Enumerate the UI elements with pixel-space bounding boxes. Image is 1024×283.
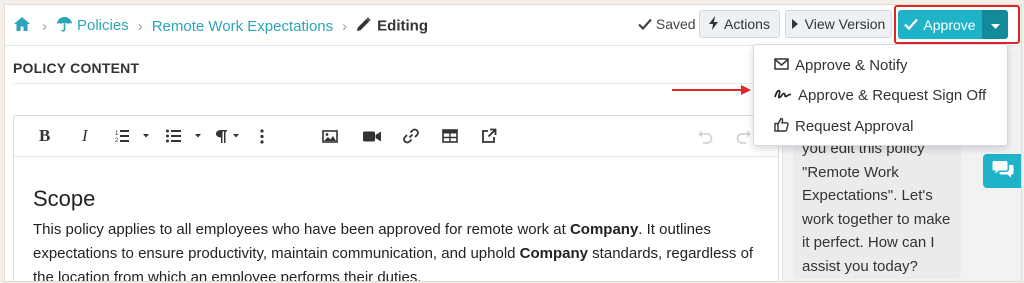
caret-right-icon: [791, 16, 798, 32]
table-icon: [442, 129, 458, 143]
more-options-button[interactable]: [259, 127, 265, 145]
document-heading: Scope: [33, 186, 96, 211]
chat-toggle-button[interactable]: [983, 154, 1021, 188]
menu-item-request-approval[interactable]: Request Approval: [774, 117, 913, 136]
approve-button[interactable]: Approve: [898, 10, 982, 39]
actions-label: Actions: [724, 16, 770, 32]
redo-icon: [736, 130, 751, 144]
check-icon: [904, 17, 919, 33]
external-link-icon: [482, 128, 497, 143]
breadcrumb: › Policies › Remote Work Expectations › …: [13, 14, 428, 38]
check-icon: [638, 17, 652, 33]
top-bar: › Policies › Remote Work Expectations › …: [5, 5, 1021, 46]
insert-image-button[interactable]: [322, 127, 338, 145]
bold-button[interactable]: B: [39, 126, 50, 145]
envelope-icon: [774, 57, 789, 74]
breadcrumb-current: Editing: [356, 16, 428, 36]
app-window: › Policies › Remote Work Expectations › …: [4, 4, 1022, 282]
approve-dropdown-menu: Approve & Notify Approve & Request Sign …: [753, 44, 1008, 146]
signature-icon: [774, 87, 792, 104]
insert-video-button[interactable]: [363, 127, 381, 145]
rich-text-editor: B I 12 Scope This policy applies to all …: [13, 115, 779, 281]
redo-button[interactable]: [736, 127, 752, 145]
company-placeholder: Company: [569, 221, 639, 238]
breadcrumb-item-policies[interactable]: Policies: [56, 16, 129, 36]
link-icon: [403, 128, 419, 144]
breadcrumb-item-policy[interactable]: Remote Work Expectations: [152, 18, 333, 35]
menu-item-approve-notify[interactable]: Approve & Notify: [774, 57, 908, 74]
section-title: POLICY CONTENT: [13, 60, 140, 76]
numbered-list-button[interactable]: 12: [115, 127, 153, 145]
italic-button[interactable]: I: [82, 126, 88, 145]
saved-status: Saved: [638, 16, 696, 33]
insert-table-button[interactable]: [442, 127, 458, 145]
embed-button[interactable]: [481, 127, 497, 145]
chat-icon: [992, 160, 1014, 183]
view-version-label: View Version: [804, 16, 886, 32]
paragraph-text: This policy applies to all employees who…: [33, 221, 570, 238]
breadcrumb-separator: ›: [42, 17, 47, 35]
breadcrumb-current-label: Editing: [377, 16, 428, 34]
image-icon: [322, 129, 338, 143]
menu-item-label: Approve & Notify: [795, 57, 908, 74]
view-version-button[interactable]: View Version: [785, 10, 892, 38]
document-paragraph: This policy applies to all employees who…: [33, 218, 763, 281]
actions-button[interactable]: Actions: [699, 10, 780, 38]
annotation-arrow: [672, 83, 752, 101]
paragraph-icon: [216, 129, 239, 143]
approve-label: Approve: [923, 16, 976, 33]
more-vertical-icon: [260, 128, 264, 144]
undo-icon: [698, 130, 713, 144]
thumbs-up-icon: [774, 117, 789, 136]
menu-item-label: Request Approval: [795, 118, 914, 135]
bulleted-list-icon: [166, 129, 201, 143]
umbrella-icon: [56, 16, 73, 36]
undo-button[interactable]: [697, 127, 713, 145]
menu-item-label: Approve & Request Sign Off: [798, 87, 987, 104]
menu-item-approve-request-sign-off[interactable]: Approve & Request Sign Off: [774, 87, 986, 104]
approve-dropdown-toggle[interactable]: [982, 10, 1008, 39]
divider: [13, 83, 773, 84]
home-icon[interactable]: [13, 16, 31, 37]
bolt-icon: [709, 15, 719, 33]
breadcrumb-label: Policies: [77, 16, 129, 34]
video-icon: [363, 131, 381, 141]
breadcrumb-separator: ›: [137, 17, 143, 35]
company-placeholder: Company: [519, 245, 589, 262]
svg-text:1: 1: [115, 131, 119, 137]
pencil-icon: [356, 16, 371, 36]
bulleted-list-button[interactable]: [166, 127, 204, 145]
chat-message-text: you edit this policy "Remote Work Expect…: [802, 140, 951, 275]
caret-down-icon: [990, 16, 1000, 34]
svg-text:2: 2: [115, 138, 119, 143]
breadcrumb-separator: ›: [342, 17, 348, 35]
editor-toolbar: B I 12: [14, 116, 778, 157]
paragraph-format-button[interactable]: [214, 127, 244, 145]
numbered-list-icon: 12: [115, 130, 149, 143]
saved-label: Saved: [655, 16, 696, 32]
insert-link-button[interactable]: [403, 127, 419, 145]
